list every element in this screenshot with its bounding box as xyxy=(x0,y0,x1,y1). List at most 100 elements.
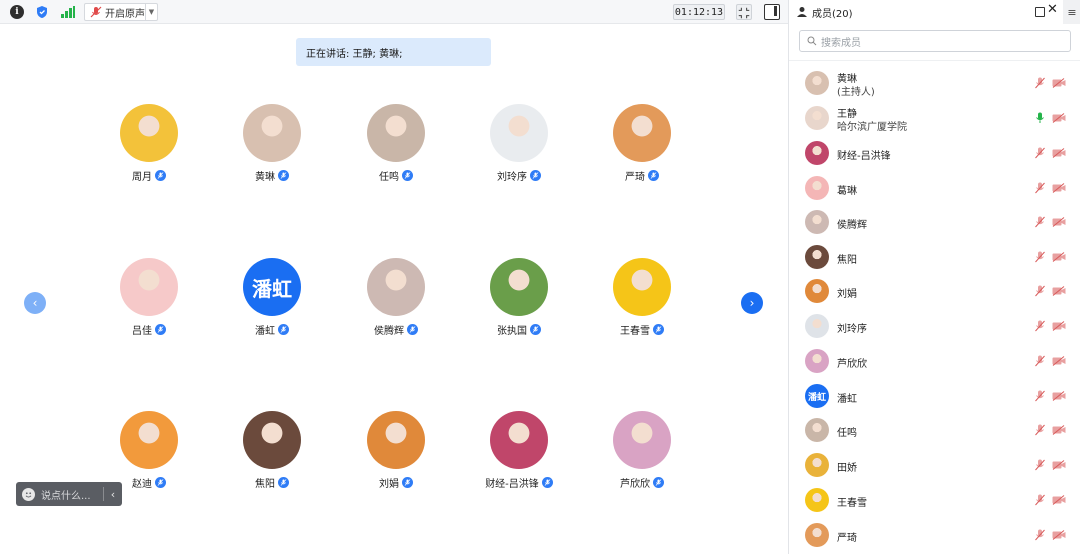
member-avatar xyxy=(805,141,829,165)
mic-active-icon[interactable] xyxy=(1034,112,1046,124)
mic-muted-icon[interactable] xyxy=(1034,390,1046,402)
member-row[interactable]: 焦阳 xyxy=(789,240,1080,274)
member-name: 刘玲序 xyxy=(837,324,867,335)
participant-name: 严琦 xyxy=(625,172,645,183)
info-icon[interactable]: i xyxy=(10,5,24,19)
chevron-down-icon[interactable]: ▼ xyxy=(145,4,157,20)
mic-muted-icon[interactable] xyxy=(1034,285,1046,297)
menu-icon[interactable]: ≡ xyxy=(1063,0,1080,24)
mic-muted-icon[interactable] xyxy=(1034,147,1046,159)
camera-off-icon[interactable] xyxy=(1052,321,1066,331)
person-icon xyxy=(797,7,807,17)
close-icon[interactable]: ✕ xyxy=(1047,2,1058,17)
participant-tile[interactable]: 刘娟 xyxy=(346,411,446,501)
camera-off-icon[interactable] xyxy=(1052,530,1066,540)
camera-off-icon[interactable] xyxy=(1052,425,1066,435)
previous-page-button[interactable]: ‹ xyxy=(24,292,46,314)
participant-tile[interactable]: 张执国 xyxy=(469,258,569,348)
participant-tile[interactable]: 财经-吕洪锋 xyxy=(469,411,569,501)
participant-avatar xyxy=(613,104,671,162)
camera-off-icon[interactable] xyxy=(1052,78,1066,88)
participant-label: 芦欣欣 xyxy=(592,475,692,490)
collapse-chevron-icon[interactable]: ‹ xyxy=(104,488,122,501)
camera-off-icon[interactable] xyxy=(1052,113,1066,123)
mic-muted-icon[interactable] xyxy=(1034,459,1046,471)
mic-muted-icon xyxy=(653,324,664,335)
participant-tile[interactable]: 吕佳 xyxy=(99,258,199,348)
camera-off-icon[interactable] xyxy=(1052,391,1066,401)
original-sound-label: 开启原声 xyxy=(105,8,145,20)
participant-tile[interactable]: 侯腾辉 xyxy=(346,258,446,348)
mic-muted-icon[interactable] xyxy=(1034,216,1046,228)
divider xyxy=(789,60,1080,61)
member-panel-title: 成员(20) xyxy=(812,8,853,20)
participant-label: 刘娟 xyxy=(346,475,446,490)
shield-icon[interactable] xyxy=(35,5,49,19)
mic-muted-icon xyxy=(530,324,541,335)
chat-placeholder[interactable]: 说点什么... xyxy=(41,487,91,502)
mic-muted-icon[interactable] xyxy=(1034,494,1046,506)
member-row[interactable]: 葛琳 xyxy=(789,171,1080,205)
member-row[interactable]: 潘虹 潘虹 xyxy=(789,379,1080,413)
original-sound-button[interactable]: 开启原声 ▼ xyxy=(84,3,158,21)
member-row[interactable]: 侯腾辉 xyxy=(789,205,1080,239)
participant-tile[interactable]: 任鸣 xyxy=(346,104,446,194)
participant-tile[interactable]: 周月 xyxy=(99,104,199,194)
member-avatar xyxy=(805,71,829,95)
camera-off-icon[interactable] xyxy=(1052,460,1066,470)
participant-tile[interactable]: 王春雪 xyxy=(592,258,692,348)
emoji-icon[interactable] xyxy=(22,487,35,501)
avatar-text: 潘虹 xyxy=(807,392,826,403)
member-avatar xyxy=(805,176,829,200)
camera-off-icon[interactable] xyxy=(1052,183,1066,193)
member-row[interactable]: 严琦 xyxy=(789,518,1080,552)
popout-icon[interactable] xyxy=(1035,7,1045,17)
member-avatar xyxy=(805,523,829,547)
camera-off-icon[interactable] xyxy=(1052,286,1066,296)
mic-muted-icon[interactable] xyxy=(1034,320,1046,332)
member-row[interactable]: 芦欣欣 xyxy=(789,344,1080,378)
participant-label: 周月 xyxy=(99,168,199,183)
camera-off-icon[interactable] xyxy=(1052,148,1066,158)
mic-muted-icon xyxy=(407,324,418,335)
participant-tile[interactable]: 潘虹 潘虹 xyxy=(222,258,322,348)
mic-off-icon xyxy=(90,6,102,18)
mic-muted-icon[interactable] xyxy=(1034,424,1046,436)
member-search-input[interactable]: 搜索成员 xyxy=(799,30,1071,52)
mic-muted-icon xyxy=(402,170,413,181)
participant-tile[interactable]: 焦阳 xyxy=(222,411,322,501)
member-row[interactable]: 王静 哈尔滨广厦学院 xyxy=(789,101,1080,135)
member-name: 田娇 xyxy=(837,463,857,474)
participant-label: 潘虹 xyxy=(222,322,322,337)
mic-muted-icon xyxy=(278,477,289,488)
participant-tile[interactable]: 刘玲序 xyxy=(469,104,569,194)
member-avatar xyxy=(805,488,829,512)
mic-muted-icon xyxy=(155,170,166,181)
exit-fullscreen-button[interactable] xyxy=(736,4,752,20)
member-row[interactable]: 田娇 xyxy=(789,448,1080,482)
chat-input-bar[interactable]: 说点什么... ‹ xyxy=(16,482,122,506)
mic-muted-icon[interactable] xyxy=(1034,251,1046,263)
mic-muted-icon[interactable] xyxy=(1034,529,1046,541)
member-row[interactable]: 任鸣 xyxy=(789,413,1080,447)
camera-off-icon[interactable] xyxy=(1052,356,1066,366)
member-row[interactable]: 财经-吕洪锋 xyxy=(789,136,1080,170)
signal-bars-icon[interactable] xyxy=(60,5,76,19)
participant-tile[interactable]: 严琦 xyxy=(592,104,692,194)
mic-muted-icon[interactable] xyxy=(1034,182,1046,194)
member-row[interactable]: 黄琳 (主持人) xyxy=(789,66,1080,100)
participant-tile[interactable]: 黄琳 xyxy=(222,104,322,194)
participant-label: 任鸣 xyxy=(346,168,446,183)
camera-off-icon[interactable] xyxy=(1052,217,1066,227)
next-page-button[interactable]: › xyxy=(741,292,763,314)
member-avatar xyxy=(805,210,829,234)
mic-muted-icon[interactable] xyxy=(1034,77,1046,89)
toggle-sidebar-button[interactable] xyxy=(764,4,780,20)
participant-tile[interactable]: 芦欣欣 xyxy=(592,411,692,501)
camera-off-icon[interactable] xyxy=(1052,252,1066,262)
member-row[interactable]: 刘玲序 xyxy=(789,309,1080,343)
member-row[interactable]: 刘娟 xyxy=(789,274,1080,308)
member-row[interactable]: 王春雪 xyxy=(789,483,1080,517)
mic-muted-icon[interactable] xyxy=(1034,355,1046,367)
camera-off-icon[interactable] xyxy=(1052,495,1066,505)
